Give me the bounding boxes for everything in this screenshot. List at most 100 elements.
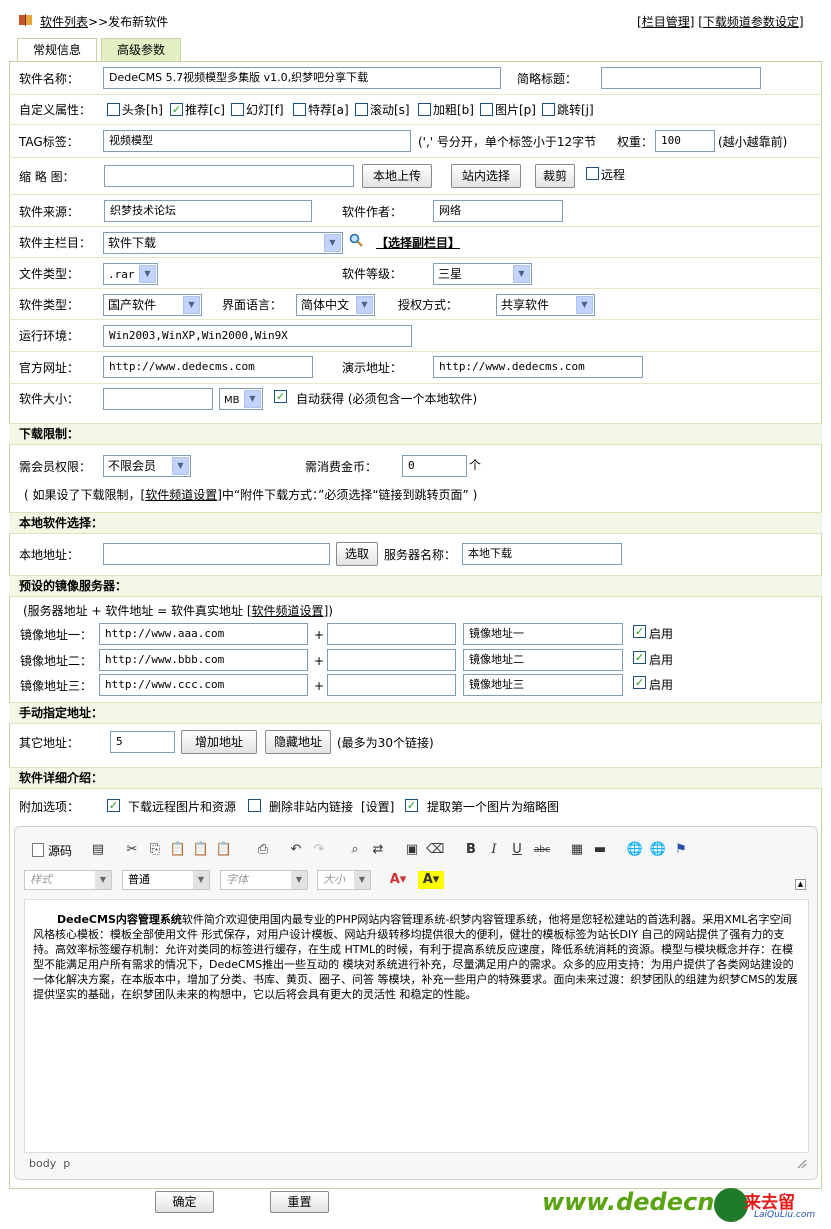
hide-address-button[interactable]: 隐藏地址 — [265, 730, 331, 754]
attr-checkbox[interactable] — [418, 103, 431, 116]
collapse-toolbar-icon[interactable]: ▲ — [795, 879, 806, 890]
breadcrumb-software-list[interactable]: 软件列表 — [40, 15, 88, 29]
underline-icon[interactable]: U — [508, 841, 526, 859]
style-select[interactable]: 样式 ▼ — [24, 870, 112, 890]
remote-checkbox[interactable] — [586, 167, 599, 180]
size-select[interactable]: 大小 ▼ — [317, 870, 371, 890]
background-color-icon[interactable]: A▾ — [418, 871, 444, 889]
first-image-thumb-checkbox[interactable]: ✓ — [405, 799, 418, 812]
mirror-name-input[interactable]: 镜像地址一 — [463, 623, 623, 645]
paste-word-icon[interactable]: 📋 — [215, 841, 233, 859]
mirror-path-input[interactable] — [327, 649, 456, 671]
paste-icon[interactable]: 📋 — [169, 841, 187, 859]
horizontal-rule-icon[interactable]: ▬ — [591, 841, 609, 859]
delete-links-settings-link[interactable]: [设置] — [361, 799, 394, 815]
mirror-name-input[interactable]: 镜像地址二 — [463, 649, 623, 671]
thumb-input[interactable] — [104, 165, 354, 187]
text-color-icon[interactable]: A▾ — [385, 871, 411, 889]
copy-icon[interactable]: ⎘ — [146, 841, 164, 859]
mirror-url-input[interactable]: http://www.aaa.com — [99, 623, 308, 645]
cut-icon[interactable]: ✂ — [123, 841, 141, 859]
tab-advanced[interactable]: 高级参数 — [101, 38, 181, 61]
site-select-button[interactable]: 站内选择 — [451, 164, 521, 188]
unlink-icon[interactable]: 🌐 — [649, 841, 667, 859]
filetype-select[interactable]: .rar ▼ — [103, 263, 158, 285]
select-all-icon[interactable]: ▣ — [403, 841, 421, 859]
resize-handle-icon[interactable] — [795, 1157, 807, 1169]
remove-format-icon[interactable]: ⌫ — [426, 841, 444, 859]
add-address-button[interactable]: 增加地址 — [181, 730, 257, 754]
source-button[interactable]: 源码 — [48, 842, 72, 859]
lang-select[interactable]: 简体中文 ▼ — [296, 294, 375, 316]
undo-icon[interactable]: ↶ — [287, 841, 305, 859]
print-icon[interactable]: ⎙ — [254, 841, 272, 859]
attr-checkbox[interactable] — [542, 103, 555, 116]
redo-icon[interactable]: ↷ — [310, 841, 328, 859]
attr-checkbox[interactable] — [231, 103, 244, 116]
attr-checkbox[interactable] — [480, 103, 493, 116]
strikethrough-icon[interactable]: abc — [533, 841, 551, 859]
softtype-select[interactable]: 国产软件 ▼ — [103, 294, 202, 316]
size-input[interactable] — [103, 388, 213, 410]
local-addr-input[interactable] — [103, 543, 330, 565]
column-manage-link[interactable]: 栏目管理 — [642, 15, 690, 29]
weight-input[interactable]: 100 — [655, 130, 715, 152]
reset-button[interactable]: 重置 — [270, 1191, 329, 1213]
license-select[interactable]: 共享软件 ▼ — [496, 294, 595, 316]
server-name-input[interactable]: 本地下载 — [462, 543, 622, 565]
download-params-link[interactable]: 下载频道参数设定 — [703, 15, 799, 29]
anchor-icon[interactable]: ⚑ — [672, 841, 690, 859]
font-select[interactable]: 字体 ▼ — [220, 870, 308, 890]
demo-input[interactable]: http://www.dedecms.com — [433, 356, 643, 378]
env-input[interactable]: Win2003,WinXP,Win2000,Win9X — [103, 325, 412, 347]
source-input[interactable]: 织梦技术论坛 — [104, 200, 312, 222]
member-select[interactable]: 不限会员 ▼ — [103, 455, 191, 477]
mirror-path-input[interactable] — [327, 674, 456, 696]
mirror-url-input[interactable]: http://www.ccc.com — [99, 674, 308, 696]
column-select[interactable]: 软件下载 ▼ — [103, 232, 343, 254]
editor-content[interactable]: DedeCMS内容管理系统软件简介欢迎使用国内最专业的PHP网站内容管理系统-织… — [24, 899, 809, 1153]
mirror-name-input[interactable]: 镜像地址三 — [463, 674, 623, 696]
local-upload-button[interactable]: 本地上传 — [362, 164, 432, 188]
mirror-enable-checkbox[interactable]: ✓ — [633, 676, 646, 689]
find-icon[interactable]: ⌕ — [346, 841, 364, 859]
bold-icon[interactable]: B — [462, 841, 480, 859]
search-icon[interactable] — [349, 233, 363, 247]
download-remote-checkbox[interactable]: ✓ — [107, 799, 120, 812]
title-input[interactable]: DedeCMS 5.7视频模型多集版 v1.0,织梦吧分享下载 — [103, 67, 501, 89]
attr-checkbox[interactable] — [355, 103, 368, 116]
crop-button[interactable]: 裁剪 — [535, 164, 575, 188]
submit-button[interactable]: 确定 — [155, 1191, 214, 1213]
mirror-url-input[interactable]: http://www.bbb.com — [99, 649, 308, 671]
mirror-enable-checkbox[interactable]: ✓ — [633, 625, 646, 638]
new-page-icon[interactable]: ▤ — [89, 841, 107, 859]
soft-channel-settings-link[interactable]: 软件频道设置 — [145, 488, 217, 502]
tag-input[interactable]: 视频模型 — [103, 130, 411, 152]
italic-icon[interactable]: I — [485, 841, 503, 859]
format-select[interactable]: 普通 ▼ — [122, 870, 210, 890]
editor-body-text: 软件简介欢迎使用国内最专业的PHP网站内容管理系统-织梦内容管理系统，他将是您轻… — [33, 913, 798, 1001]
delete-links-checkbox[interactable] — [248, 799, 261, 812]
tab-general[interactable]: 常规信息 — [17, 38, 97, 61]
mirror-enable-checkbox[interactable]: ✓ — [633, 651, 646, 664]
select-file-button[interactable]: 选取 — [336, 542, 378, 566]
attr-checkbox[interactable] — [293, 103, 306, 116]
filetype-value: .rar — [108, 268, 135, 281]
paste-text-icon[interactable]: 📋 — [192, 841, 210, 859]
attr-checkbox[interactable]: ✓ — [170, 103, 183, 116]
mirror-path-input[interactable] — [327, 623, 456, 645]
level-select[interactable]: 三星 ▼ — [433, 263, 532, 285]
coins-input[interactable]: 0 — [402, 455, 467, 477]
size-unit-select[interactable]: MB ▼ — [219, 388, 263, 410]
table-icon[interactable]: ▦ — [568, 841, 586, 859]
select-sub-column-link[interactable]: 【选择副栏目】 — [376, 235, 460, 251]
replace-icon[interactable]: ⇄ — [369, 841, 387, 859]
link-icon[interactable]: 🌐 — [626, 841, 644, 859]
attr-checkbox[interactable] — [107, 103, 120, 116]
site-input[interactable]: http://www.dedecms.com — [103, 356, 313, 378]
short-title-input[interactable] — [601, 67, 761, 89]
mirror-channel-settings-link[interactable]: 软件频道设置 — [252, 604, 324, 618]
author-input[interactable]: 网络 — [433, 200, 563, 222]
auto-size-checkbox[interactable]: ✓ — [274, 390, 287, 403]
other-addr-count-input[interactable]: 5 — [110, 731, 175, 753]
